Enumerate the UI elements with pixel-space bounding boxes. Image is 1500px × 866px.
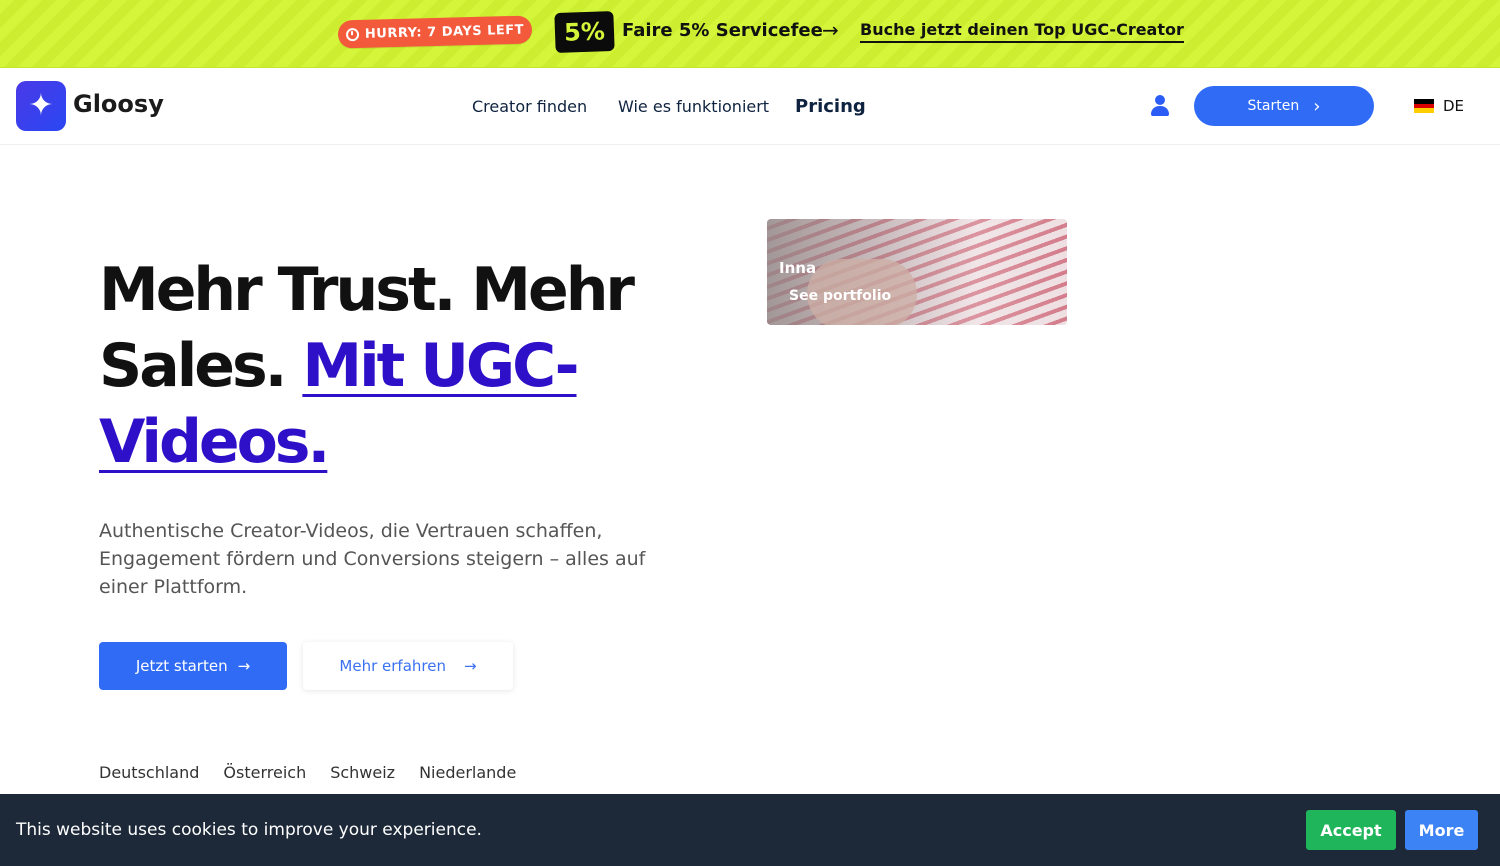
start-button-label: Starten [1247, 98, 1300, 114]
start-button[interactable]: Starten › [1194, 86, 1374, 126]
chevron-right-icon: › [1313, 95, 1321, 117]
percent-badge: 5% [554, 10, 615, 54]
logo[interactable]: ✦ [16, 81, 66, 131]
hero-subtitle: Authentische Creator-Videos, die Vertrau… [99, 520, 646, 598]
mehr-erfahren-button[interactable]: Mehr erfahren → [303, 642, 513, 690]
user-icon[interactable] [1150, 95, 1170, 117]
hurry-badge: HURRY: 7 DAYS LEFT [337, 15, 533, 49]
top-nav: ✦ Gloosy Creator finden Wie es funktioni… [0, 68, 1500, 145]
accept-button[interactable]: Accept [1306, 810, 1396, 850]
cookie-banner: This website uses cookies to improve you… [0, 794, 1500, 866]
creator-name: Inna [779, 259, 817, 277]
country-list: Deutschland Österreich Schweiz Niederlan… [99, 763, 516, 782]
country-item: Deutschland [99, 763, 200, 782]
country-item: Österreich [223, 763, 307, 782]
country-item: Niederlande [419, 763, 517, 782]
cookie-text: This website uses cookies to improve you… [16, 820, 482, 840]
brand-name[interactable]: Gloosy [73, 90, 164, 118]
nav-link-wie-es-funktioniert[interactable]: Wie es funktioniert [618, 97, 769, 116]
germany-flag-icon [1414, 99, 1434, 114]
creator-card[interactable]: Inna See portfolio [767, 219, 1067, 325]
country-item: Schweiz [330, 763, 396, 782]
arrow-right-icon: → [822, 18, 839, 42]
more-button[interactable]: More [1405, 810, 1478, 850]
arrow-right-icon: → [463, 657, 477, 675]
nav-link-pricing[interactable]: Pricing [795, 96, 866, 117]
clock-icon [345, 27, 360, 41]
mehr-erfahren-label: Mehr erfahren [339, 657, 446, 675]
fee-text: Faire 5% Servicefee [622, 20, 823, 41]
language-selector[interactable]: DE [1414, 97, 1464, 115]
language-label: DE [1443, 97, 1465, 115]
hurry-label: HURRY: 7 DAYS LEFT [364, 22, 525, 42]
jetzt-starten-label: Jetzt starten [135, 657, 228, 675]
sparkle-icon: ✦ [28, 88, 54, 123]
book-creator-link[interactable]: Buche jetzt deinen Top UGC-Creator [860, 20, 1184, 43]
see-portfolio-link[interactable]: See portfolio [789, 288, 891, 304]
hero-title: Mehr Trust. Mehr Sales. Mit UGC-Videos. [99, 252, 659, 480]
promo-banner: HURRY: 7 DAYS LEFT 5% Faire 5% Servicefe… [0, 0, 1500, 68]
jetzt-starten-button[interactable]: Jetzt starten → [99, 642, 287, 690]
arrow-right-icon: → [237, 657, 251, 675]
nav-link-creator-finden[interactable]: Creator finden [472, 97, 587, 116]
